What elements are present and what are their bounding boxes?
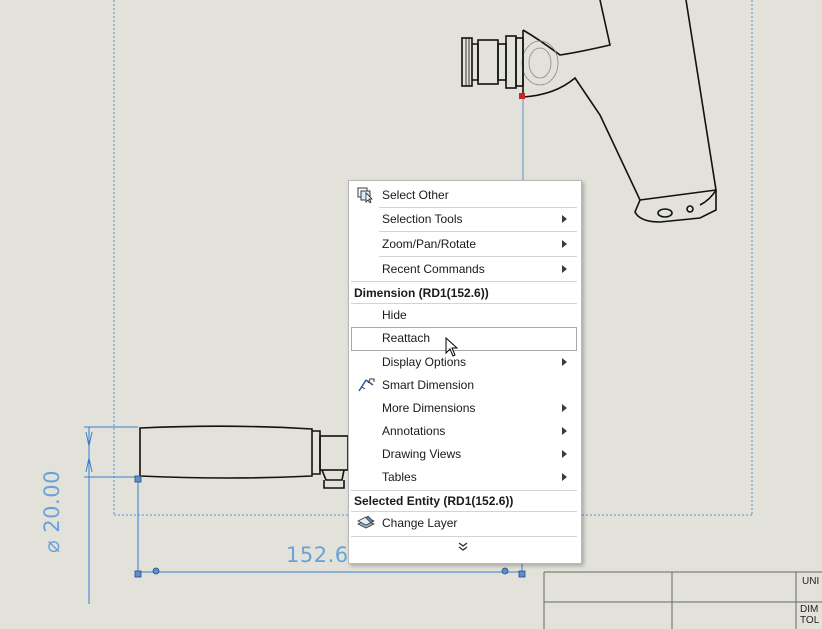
title-block-units-label: UNI <box>802 576 820 587</box>
menu-item-label: Reattach <box>382 331 431 345</box>
menu-item-label: Hide <box>382 308 407 322</box>
endpoint-marker <box>519 93 525 99</box>
section-header-selected-entity: Selected Entity (RD1(152.6)) <box>354 494 514 508</box>
change-layer-icon <box>357 515 375 529</box>
submenu-arrow-icon <box>562 427 567 435</box>
title-block <box>543 571 822 629</box>
menu-item-reattach[interactable]: Reattach <box>351 327 577 351</box>
menu-item-hide[interactable]: Hide <box>351 304 577 326</box>
menu-separator <box>351 281 577 282</box>
menu-item-zoom-pan-rotate[interactable]: Zoom/Pan/Rotate <box>351 233 577 255</box>
diameter-dimension-value[interactable]: ⌀ 20.00 <box>40 470 64 553</box>
menu-separator <box>379 256 577 257</box>
submenu-arrow-icon <box>562 450 567 458</box>
menu-item-tables[interactable]: Tables <box>351 466 577 488</box>
submenu-arrow-icon <box>562 240 567 248</box>
menu-item-more-dimensions[interactable]: More Dimensions <box>351 397 577 419</box>
menu-separator <box>351 536 577 537</box>
title-block-dim-label: DIM <box>800 604 819 615</box>
smart-dimension-icon <box>358 378 375 392</box>
menu-item-display-options[interactable]: Display Options <box>351 351 577 373</box>
menu-item-select-other[interactable]: Select Other <box>351 184 577 206</box>
submenu-arrow-icon <box>562 404 567 412</box>
mouse-pointer-icon <box>445 337 459 357</box>
part-view-bottom[interactable] <box>139 425 349 489</box>
menu-item-label: Smart Dimension <box>382 378 475 392</box>
menu-item-label: Drawing Views <box>382 447 462 461</box>
menu-item-smart-dimension[interactable]: Smart Dimension <box>351 374 577 396</box>
title-block-tol-label: TOL <box>800 615 820 626</box>
double-chevron-down-icon[interactable] <box>456 541 470 553</box>
submenu-arrow-icon <box>562 215 567 223</box>
menu-item-label: Selection Tools <box>382 212 463 226</box>
context-menu: Select Other Selection Tools Zoom/Pan/Ro… <box>348 180 582 564</box>
select-other-icon <box>357 187 373 203</box>
menu-item-label: More Dimensions <box>382 401 476 415</box>
submenu-arrow-icon <box>562 358 567 366</box>
menu-item-change-layer[interactable]: Change Layer <box>351 512 577 534</box>
menu-item-drawing-views[interactable]: Drawing Views <box>351 443 577 465</box>
menu-separator <box>379 231 577 232</box>
menu-separator <box>351 490 577 491</box>
menu-item-selection-tools[interactable]: Selection Tools <box>351 208 577 230</box>
section-header-dimension: Dimension (RD1(152.6)) <box>354 286 489 300</box>
menu-item-label: Zoom/Pan/Rotate <box>382 237 477 251</box>
menu-item-label: Tables <box>382 470 417 484</box>
menu-item-label: Recent Commands <box>382 262 485 276</box>
submenu-arrow-icon <box>562 473 567 481</box>
menu-item-recent-commands[interactable]: Recent Commands <box>351 258 577 280</box>
menu-item-label: Annotations <box>382 424 446 438</box>
submenu-arrow-icon <box>562 265 567 273</box>
menu-item-annotations[interactable]: Annotations <box>351 420 577 442</box>
menu-item-label: Select Other <box>382 188 449 202</box>
menu-item-label: Change Layer <box>382 516 458 530</box>
